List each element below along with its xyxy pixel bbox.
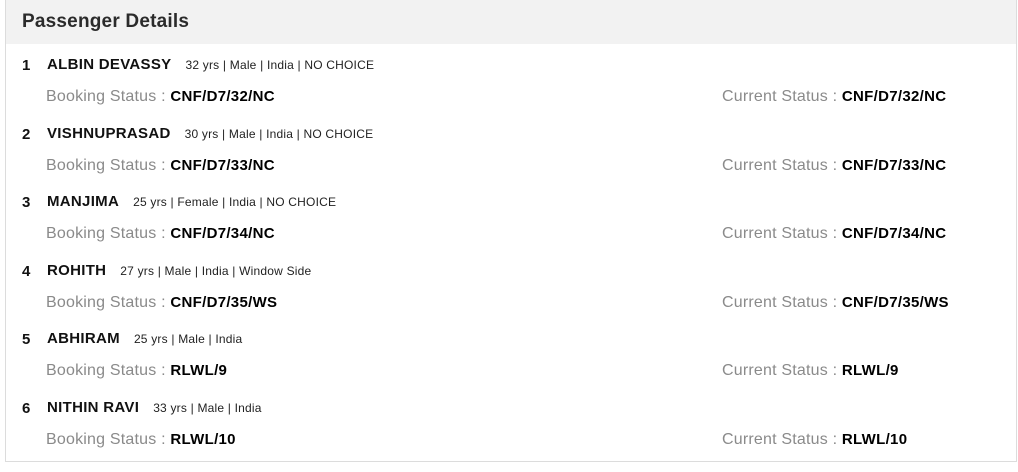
current-status-label: Current Status : — [722, 88, 842, 105]
passenger-name: ALBIN DEVASSY 32 yrs | Male | India | NO … — [47, 56, 374, 73]
current-status: Current Status : CNF/D7/32/NC — [722, 88, 946, 106]
passenger-name-text: VISHNUPRASAD — [47, 124, 171, 142]
current-status: Current Status : CNF/D7/35/WS — [722, 294, 949, 312]
passenger-number: 2 — [22, 125, 31, 143]
current-status-value: CNF/D7/33/NC — [841, 156, 947, 174]
passenger-number: 3 — [22, 194, 31, 211]
passenger-name-text: NITHIN RAVI — [47, 398, 140, 416]
passenger-number: 4 — [22, 262, 31, 280]
booking-status-label: Booking Status : — [46, 225, 171, 242]
panel-header: Passenger Details — [6, 0, 1016, 44]
passenger-name: VISHNUPRASAD 30 yrs | Male | India | NO C… — [47, 125, 373, 142]
passenger-name-text: ROHITH — [47, 261, 107, 279]
passenger-row: 6 NITHIN RAVI 33 yrs | Male | India Booki… — [6, 387, 1016, 456]
passenger-name-text: MANJIMA — [47, 193, 120, 210]
passenger-info: 27 yrs | Male | India | Window Side — [120, 263, 312, 278]
passenger-row: 4 ROHITH 27 yrs | Male | India | Window S… — [6, 250, 1016, 319]
booking-status-value: CNF/D7/32/NC — [170, 88, 275, 105]
passenger-details-panel: Passenger Details 1 ALBIN DEVASSY 32 yrs … — [5, 0, 1017, 462]
passenger-name-text: ALBIN DEVASSY — [47, 56, 172, 73]
booking-status-label: Booking Status : — [46, 156, 171, 174]
booking-status-label: Booking Status : — [46, 362, 171, 379]
booking-status-value: CNF/D7/34/NC — [170, 225, 275, 242]
booking-status: Booking Status : CNF/D7/34/NC — [46, 225, 275, 243]
passenger-name: NITHIN RAVI 33 yrs | Male | India — [47, 399, 262, 416]
passenger-row: 5 ABHIRAM 25 yrs | Male | India Booking S… — [6, 318, 1016, 387]
passenger-info: 25 yrs | Male | India — [133, 332, 243, 346]
passenger-number: 1 — [22, 57, 31, 74]
booking-status: Booking Status : RLWL/10 — [46, 431, 236, 449]
passenger-row: 3 MANJIMA 25 yrs | Female | India | NO CH… — [6, 181, 1016, 250]
booking-status-value: RLWL/9 — [170, 362, 228, 379]
current-status: Current Status : RLWL/9 — [722, 362, 899, 380]
passenger-info: 30 yrs | Male | India | NO CHOICE — [184, 126, 374, 141]
passenger-name: ROHITH 27 yrs | Male | India | Window Sid… — [47, 262, 311, 279]
passenger-row: 1 ALBIN DEVASSY 32 yrs | Male | India | N… — [6, 44, 1016, 113]
passenger-row: 2 VISHNUPRASAD 30 yrs | Male | India | NO… — [6, 113, 1016, 182]
booking-status: Booking Status : RLWL/9 — [46, 362, 227, 380]
current-status-label: Current Status : — [722, 362, 842, 379]
current-status-value: CNF/D7/35/WS — [841, 293, 949, 311]
passenger-number: 5 — [22, 331, 31, 348]
passenger-number: 6 — [22, 399, 31, 417]
current-status: Current Status : CNF/D7/33/NC — [722, 157, 946, 175]
passenger-info: 33 yrs | Male | India — [153, 400, 262, 415]
current-status-label: Current Status : — [722, 156, 842, 174]
booking-status-value: CNF/D7/35/WS — [170, 293, 278, 311]
current-status: Current Status : CNF/D7/34/NC — [722, 225, 946, 243]
current-status-value: CNF/D7/34/NC — [841, 225, 947, 242]
booking-status-value: RLWL/10 — [170, 430, 236, 448]
booking-status: Booking Status : CNF/D7/35/WS — [46, 294, 277, 312]
current-status-value: CNF/D7/32/NC — [841, 88, 947, 105]
current-status: Current Status : RLWL/10 — [722, 431, 907, 449]
current-status-label: Current Status : — [722, 225, 842, 242]
passenger-name-text: ABHIRAM — [47, 330, 120, 347]
booking-status-label: Booking Status : — [46, 430, 171, 448]
passenger-name: MANJIMA 25 yrs | Female | India | NO CHOI… — [47, 193, 336, 210]
current-status-value: RLWL/10 — [841, 430, 908, 448]
current-status-label: Current Status : — [722, 293, 842, 311]
booking-status-label: Booking Status : — [46, 88, 171, 105]
booking-status-label: Booking Status : — [46, 293, 171, 311]
passenger-name: ABHIRAM 25 yrs | Male | India — [47, 330, 242, 347]
booking-status: Booking Status : CNF/D7/33/NC — [46, 157, 275, 175]
panel-title: Passenger Details — [22, 11, 190, 32]
booking-status-value: CNF/D7/33/NC — [170, 156, 275, 174]
current-status-value: RLWL/9 — [841, 362, 899, 379]
current-status-label: Current Status : — [722, 430, 842, 448]
booking-status: Booking Status : CNF/D7/32/NC — [46, 88, 275, 106]
passenger-info: 25 yrs | Female | India | NO CHOICE — [133, 195, 337, 209]
passenger-info: 32 yrs | Male | India | NO CHOICE — [185, 58, 375, 72]
